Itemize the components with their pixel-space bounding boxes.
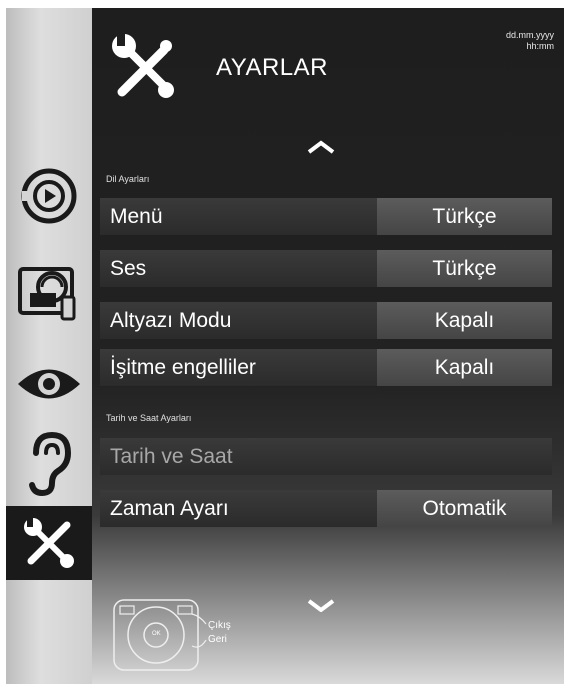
setting-label: Altyazı Modu (110, 309, 232, 332)
setting-label: İşitme engelliler (110, 356, 256, 379)
picture-icon (18, 267, 76, 321)
scroll-down-icon[interactable] (307, 598, 335, 612)
section-label-language: Dil Ayarları (106, 174, 150, 184)
setting-label: Menü (110, 205, 163, 228)
sidebar (6, 8, 92, 684)
time-display: hh:mm (526, 41, 554, 51)
tools-icon (112, 34, 174, 98)
main-panel: AYARLAR dd.mm.yyyy hh:mm Dil Ayarları Me… (92, 8, 564, 684)
setting-row-time-setting[interactable]: Zaman Ayarı Otomatik (100, 490, 552, 527)
settings-screen: AYARLAR dd.mm.yyyy hh:mm Dil Ayarları Me… (0, 0, 570, 689)
setting-value[interactable]: Türkçe (377, 198, 552, 235)
back-label: Geri (208, 634, 227, 645)
setting-row-subtitle-mode[interactable]: Altyazı Modu Kapalı (100, 302, 552, 339)
setting-value[interactable]: Türkçe (377, 250, 552, 287)
eye-icon (18, 369, 80, 399)
setting-label: Zaman Ayarı (110, 497, 229, 520)
setting-row-menu[interactable]: Menü Türkçe (100, 198, 552, 235)
sidebar-item-picture[interactable] (6, 258, 92, 330)
date-time-display: dd.mm.yyyy hh:mm (506, 30, 554, 52)
setting-label: Ses (110, 257, 147, 280)
setting-row-date-time: Tarih ve Saat (100, 438, 552, 475)
setting-value[interactable]: Kapalı (377, 302, 552, 339)
section-label-datetime: Tarih ve Saat Ayarları (106, 413, 192, 423)
setting-row-hearing-impaired[interactable]: İşitme engelliler Kapalı (100, 349, 552, 386)
date-display: dd.mm.yyyy (505, 30, 554, 40)
setting-value[interactable]: Otomatik (377, 490, 552, 527)
tools-icon (24, 518, 74, 568)
sidebar-item-ear[interactable] (6, 428, 92, 500)
sidebar-item-source[interactable] (6, 160, 92, 232)
page-title: AYARLAR (216, 54, 328, 81)
setting-value[interactable]: Kapalı (377, 349, 552, 386)
sidebar-item-settings[interactable] (6, 506, 92, 580)
ok-button-label: OK (152, 631, 161, 637)
ear-icon (29, 431, 72, 497)
exit-label: Çıkış (208, 620, 231, 631)
scroll-up-icon[interactable] (307, 140, 335, 154)
setting-label: Tarih ve Saat (110, 445, 233, 468)
source-icon (21, 168, 77, 224)
setting-row-audio[interactable]: Ses Türkçe (100, 250, 552, 287)
sidebar-item-eye[interactable] (6, 348, 92, 420)
